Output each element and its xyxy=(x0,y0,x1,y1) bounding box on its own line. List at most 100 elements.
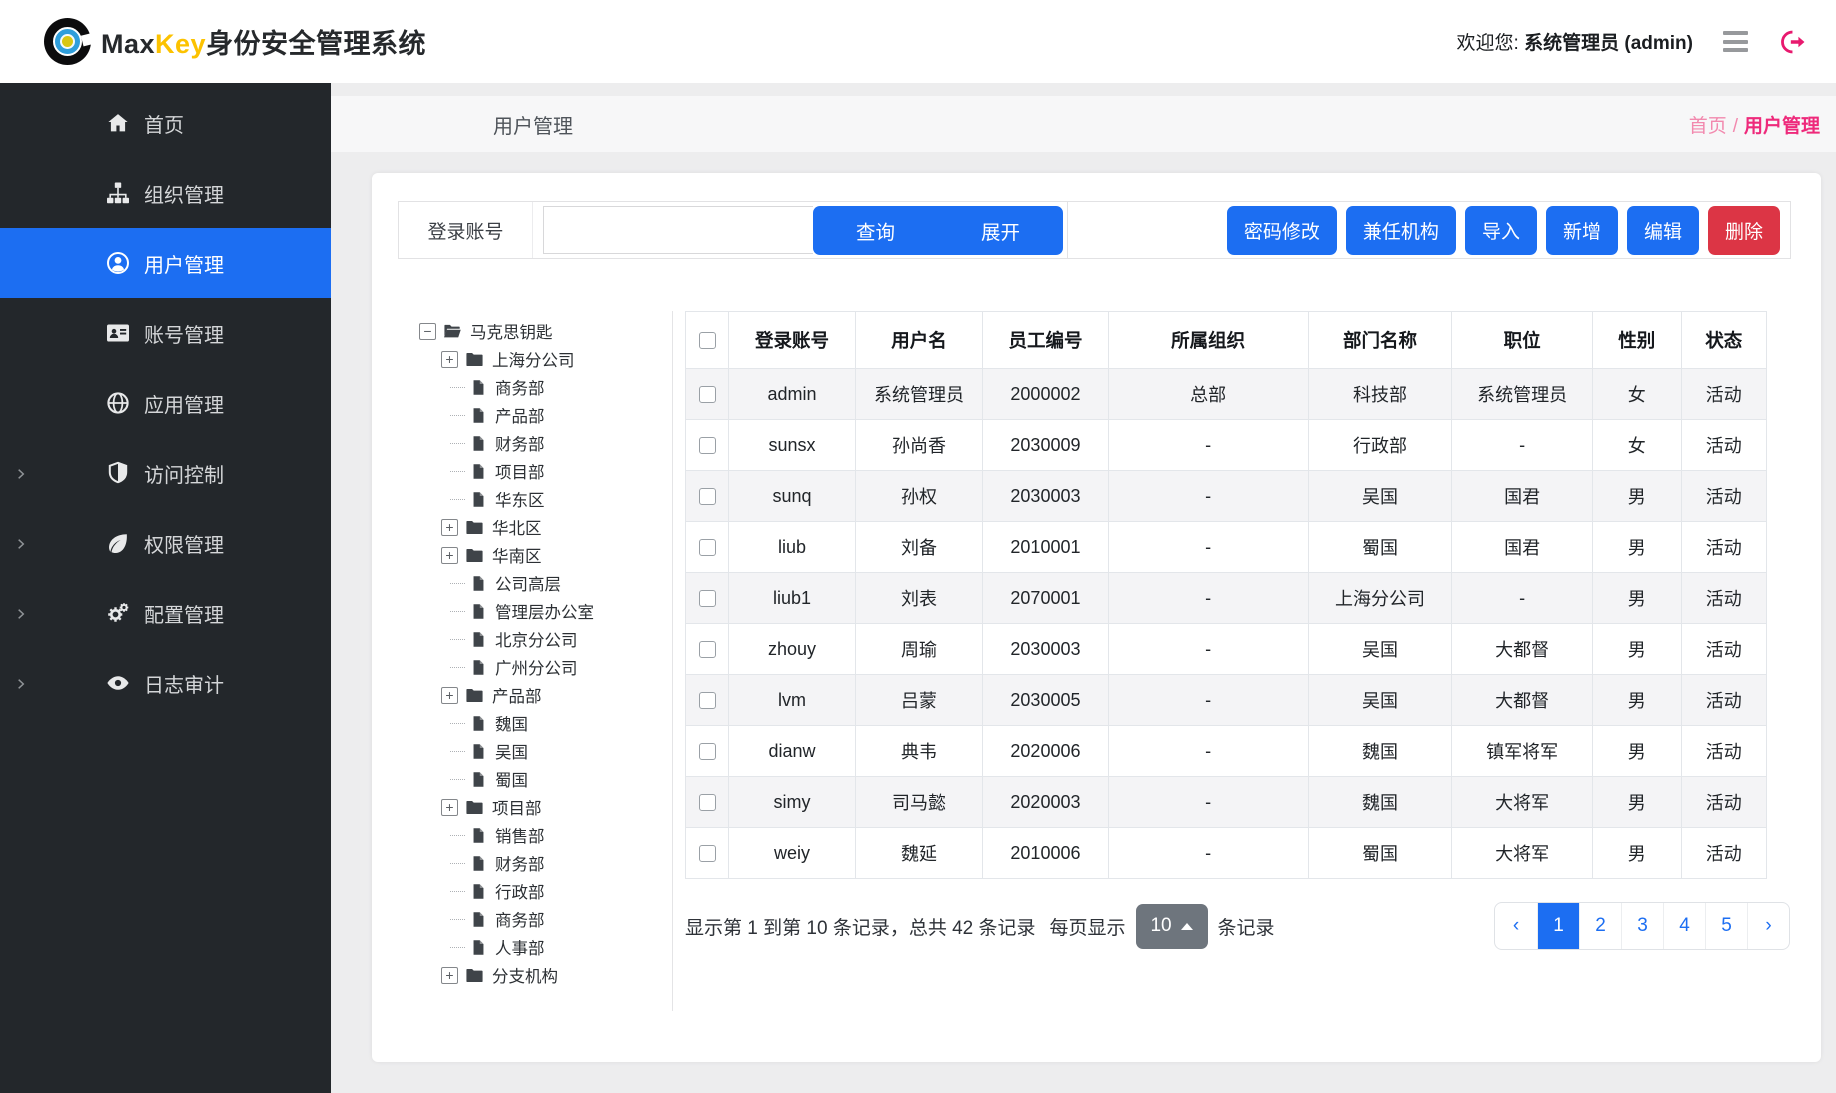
tree-expander[interactable]: + xyxy=(441,799,458,816)
content-row: − 马克思钥匙 + 上海分公司 商务部 产品部 财务部 项目部 华东区 + 华北… xyxy=(398,311,1821,1011)
sidebar-item[interactable]: 权限管理 xyxy=(0,508,331,578)
tree-item[interactable]: 公司高层 xyxy=(398,569,672,597)
tree-item[interactable]: 商务部 xyxy=(398,905,672,933)
table-cell: 国君 xyxy=(1452,471,1593,522)
brand: MaxKey身份安全管理系统 xyxy=(44,18,426,65)
tree-item-label: 销售部 xyxy=(495,823,545,847)
row-checkbox[interactable] xyxy=(699,590,716,607)
sidebar-item[interactable]: 应用管理 xyxy=(0,368,331,438)
tree-item[interactable]: + 华北区 xyxy=(398,513,672,541)
prev-page-button[interactable]: ‹ xyxy=(1495,903,1537,949)
tree-expander[interactable]: + xyxy=(441,687,458,704)
concurrent-org-button[interactable]: 兼任机构 xyxy=(1346,206,1456,255)
tree-item[interactable]: + 项目部 xyxy=(398,793,672,821)
table-header-row: 登录账号用户名员工编号所属组织部门名称职位性别状态 xyxy=(686,312,1767,369)
table-cell: admin xyxy=(729,369,855,420)
tree-item[interactable]: − 马克思钥匙 xyxy=(398,317,672,345)
page-button[interactable]: 5 xyxy=(1705,903,1747,949)
table-row[interactable]: liub1刘表2070001-上海分公司-男活动 xyxy=(686,573,1767,624)
add-button[interactable]: 新增 xyxy=(1546,206,1618,255)
tree-item[interactable]: 吴国 xyxy=(398,737,672,765)
hamburger-icon[interactable] xyxy=(1723,31,1748,52)
sidebar-item[interactable]: 访问控制 xyxy=(0,438,331,508)
tree-expander[interactable]: + xyxy=(441,967,458,984)
table-row[interactable]: simy司马懿2020003-魏国大将军男活动 xyxy=(686,777,1767,828)
tree-item[interactable]: 产品部 xyxy=(398,401,672,429)
table-cell: 典韦 xyxy=(855,726,983,777)
row-checkbox[interactable] xyxy=(699,845,716,862)
tree-item[interactable]: 项目部 xyxy=(398,457,672,485)
tree-item[interactable]: + 产品部 xyxy=(398,681,672,709)
table-row[interactable]: liub刘备2010001-蜀国国君男活动 xyxy=(686,522,1767,573)
row-checkbox[interactable] xyxy=(699,386,716,403)
table-row[interactable]: zhouy周瑜2030003-吴国大都督男活动 xyxy=(686,624,1767,675)
tree-item[interactable]: + 华南区 xyxy=(398,541,672,569)
sidebar-item[interactable]: 首页 xyxy=(0,88,331,158)
row-checkbox[interactable] xyxy=(699,641,716,658)
logout-icon[interactable] xyxy=(1780,29,1806,55)
page-button[interactable]: 4 xyxy=(1663,903,1705,949)
sidebar-item[interactable]: 组织管理 xyxy=(0,158,331,228)
table-cell: 魏国 xyxy=(1308,777,1452,828)
tree-item[interactable]: 行政部 xyxy=(398,877,672,905)
tree-item[interactable]: 北京分公司 xyxy=(398,625,672,653)
table-row[interactable]: sunq孙权2030003-吴国国君男活动 xyxy=(686,471,1767,522)
tree-item[interactable]: 商务部 xyxy=(398,373,672,401)
sidebar-item[interactable]: 用户管理 xyxy=(0,228,331,298)
page-size-select[interactable]: 10 xyxy=(1136,904,1208,949)
breadcrumb-home-link[interactable]: 首页 xyxy=(1689,116,1727,137)
row-checkbox[interactable] xyxy=(699,794,716,811)
sidebar-item-label: 首页 xyxy=(144,109,184,138)
table-cell: 刘表 xyxy=(855,573,983,624)
table-row[interactable]: lvm吕蒙2030005-吴国大都督男活动 xyxy=(686,675,1767,726)
import-button[interactable]: 导入 xyxy=(1465,206,1537,255)
table-row[interactable]: dianw典韦2020006-魏国镇军将军男活动 xyxy=(686,726,1767,777)
row-checkbox[interactable] xyxy=(699,437,716,454)
row-checkbox[interactable] xyxy=(699,539,716,556)
row-checkbox[interactable] xyxy=(699,692,716,709)
sidebar-item[interactable]: 账号管理 xyxy=(0,298,331,368)
tree-item[interactable]: 管理层办公室 xyxy=(398,597,672,625)
sidebar-item[interactable]: 配置管理 xyxy=(0,578,331,648)
row-checkbox[interactable] xyxy=(699,488,716,505)
password-change-button[interactable]: 密码修改 xyxy=(1227,206,1337,255)
page-button[interactable]: 1 xyxy=(1537,903,1579,949)
tree-item[interactable]: + 上海分公司 xyxy=(398,345,672,373)
table-row[interactable]: admin系统管理员2000002总部科技部系统管理员女活动 xyxy=(686,369,1767,420)
table-row[interactable]: sunsx孙尚香2030009-行政部-女活动 xyxy=(686,420,1767,471)
table-row[interactable]: weiy魏延2010006-蜀国大将军男活动 xyxy=(686,828,1767,879)
tree-item[interactable]: 财务部 xyxy=(398,429,672,457)
table-cell: 孙权 xyxy=(855,471,983,522)
table-cell: - xyxy=(1108,777,1308,828)
next-page-button[interactable]: › xyxy=(1747,903,1789,949)
search-input[interactable] xyxy=(543,206,813,254)
tree-item[interactable]: 销售部 xyxy=(398,821,672,849)
page-button[interactable]: 2 xyxy=(1579,903,1621,949)
tree-item[interactable]: 蜀国 xyxy=(398,765,672,793)
table-cell: 司马懿 xyxy=(855,777,983,828)
table-cell: 男 xyxy=(1592,624,1681,675)
tree-expander[interactable]: − xyxy=(419,323,436,340)
org-tree: − 马克思钥匙 + 上海分公司 商务部 产品部 财务部 项目部 华东区 + 华北… xyxy=(398,311,673,1011)
tree-item[interactable]: 广州分公司 xyxy=(398,653,672,681)
tree-item[interactable]: 财务部 xyxy=(398,849,672,877)
expand-button[interactable]: 展开 xyxy=(938,206,1063,255)
tree-item-label: 产品部 xyxy=(495,403,545,427)
sidebar-item[interactable]: 日志审计 xyxy=(0,648,331,718)
sidebar-item-label: 账号管理 xyxy=(144,319,224,348)
query-button[interactable]: 查询 xyxy=(813,206,938,255)
tree-item[interactable]: + 分支机构 xyxy=(398,961,672,989)
select-all-checkbox[interactable] xyxy=(699,332,716,349)
edit-button[interactable]: 编辑 xyxy=(1627,206,1699,255)
row-select-cell xyxy=(686,369,729,420)
page-button[interactable]: 3 xyxy=(1621,903,1663,949)
tree-expander[interactable]: + xyxy=(441,519,458,536)
tree-item[interactable]: 华东区 xyxy=(398,485,672,513)
tree-item[interactable]: 人事部 xyxy=(398,933,672,961)
column-header: 状态 xyxy=(1681,312,1766,369)
tree-expander[interactable]: + xyxy=(441,351,458,368)
tree-item[interactable]: 魏国 xyxy=(398,709,672,737)
tree-expander[interactable]: + xyxy=(441,547,458,564)
delete-button[interactable]: 删除 xyxy=(1708,206,1780,255)
row-checkbox[interactable] xyxy=(699,743,716,760)
